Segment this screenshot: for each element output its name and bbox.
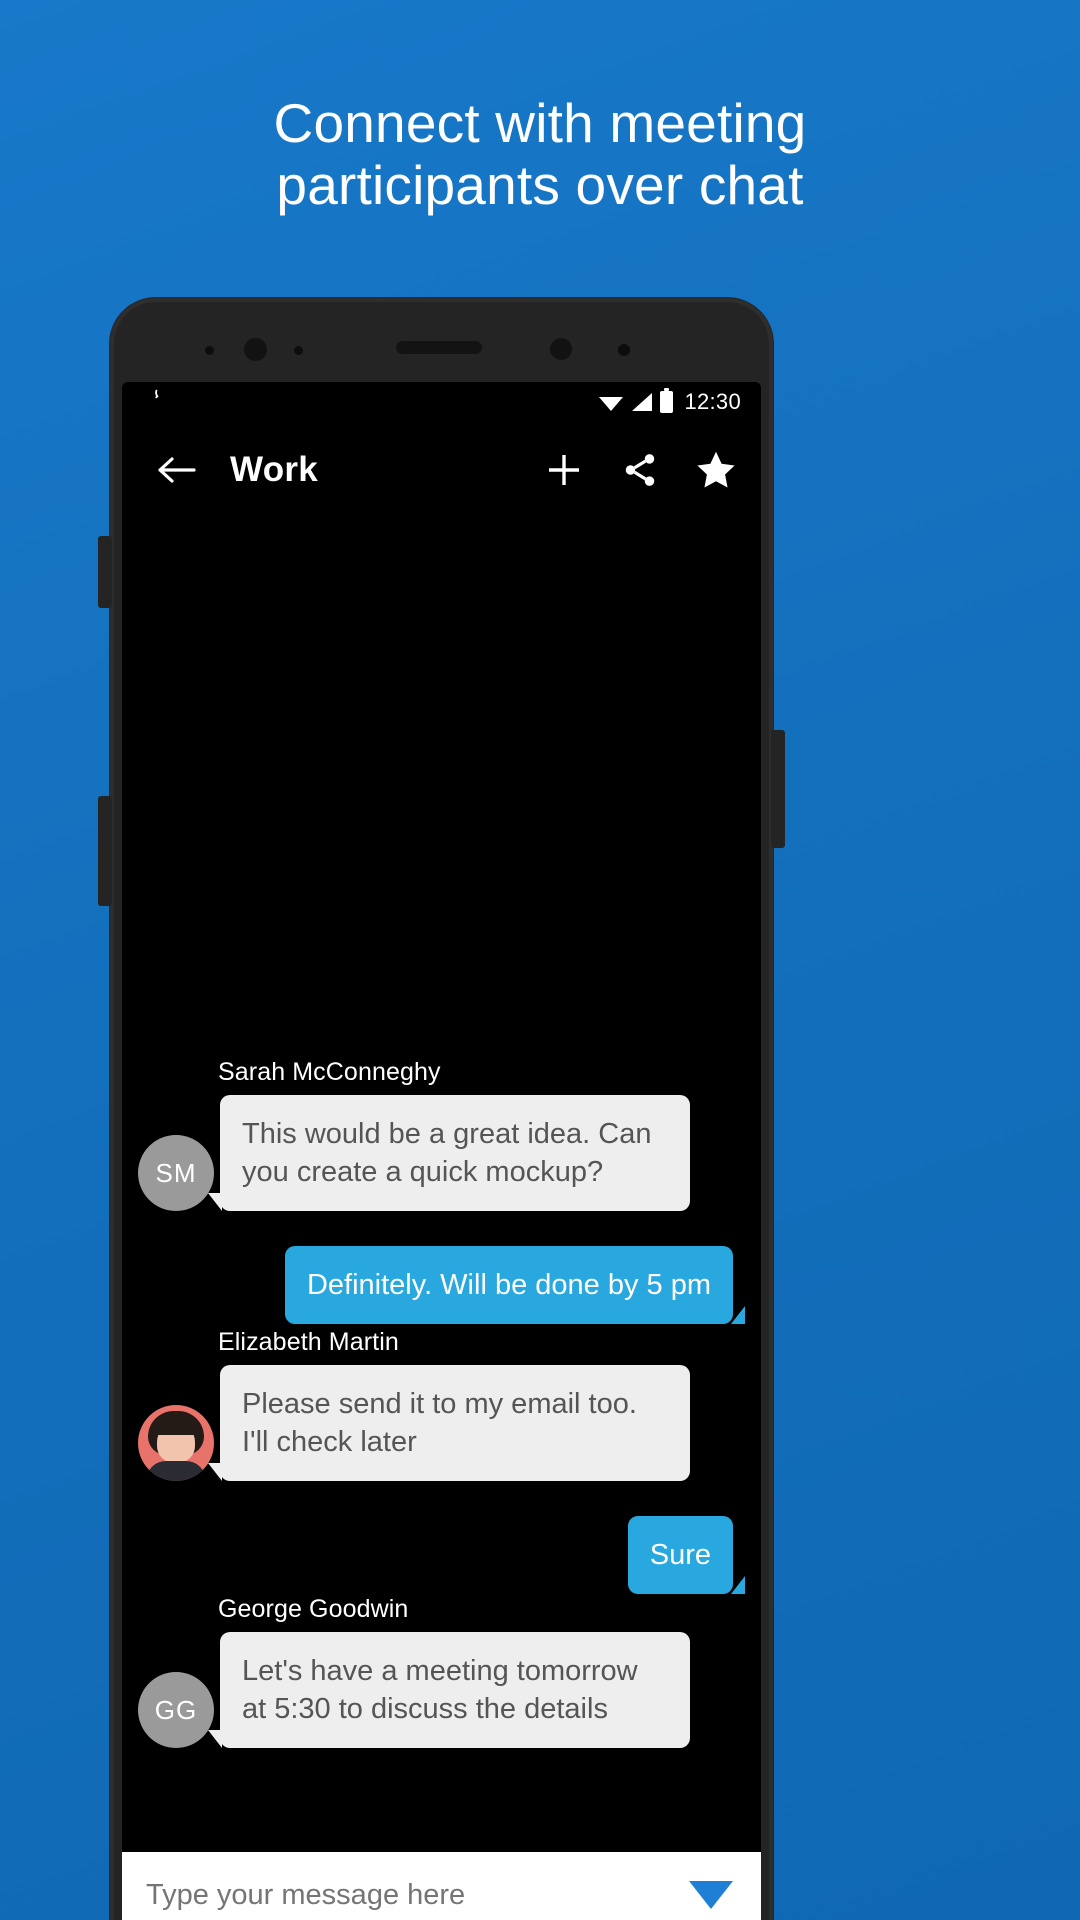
sensor-dot xyxy=(205,346,214,355)
phone-screen: 12:30 Work Sarah McConneghy SM This woul… xyxy=(122,382,761,1920)
app-bar-actions xyxy=(543,449,737,491)
headline-line-1: Connect with meeting xyxy=(273,92,807,154)
avatar-initials: GG xyxy=(154,1694,198,1725)
message-group: Definitely. Will be done by 5 pm xyxy=(122,1246,761,1324)
message-group: George Goodwin GG Let's have a meeting t… xyxy=(122,1595,761,1748)
message-input[interactable] xyxy=(146,1878,685,1912)
message-row: Please send it to my email too. I'll che… xyxy=(122,1365,761,1481)
phone-sensor-row xyxy=(110,338,773,362)
app-bar: Work xyxy=(122,422,761,518)
message-bubble[interactable]: Definitely. Will be done by 5 pm xyxy=(284,1246,746,1324)
status-bar-time: 12:30 xyxy=(684,389,741,414)
status-bar: 12:30 xyxy=(122,382,761,422)
message-bubble[interactable]: This would be a great idea. Can you crea… xyxy=(208,1095,690,1211)
phone-button-left-upper xyxy=(98,536,112,608)
message-row: GG Let's have a meeting tomorrow at 5:30… xyxy=(122,1632,761,1748)
message-row: Sure xyxy=(122,1516,761,1594)
message-row: SM This would be a great idea. Can you c… xyxy=(122,1095,761,1211)
message-group: Elizabeth Martin Please send it to my em… xyxy=(122,1328,761,1481)
front-camera-secondary xyxy=(550,338,572,360)
earpiece-speaker xyxy=(396,341,482,354)
avatar[interactable] xyxy=(138,1405,214,1481)
message-row: Definitely. Will be done by 5 pm xyxy=(122,1246,761,1324)
avatar[interactable]: SM xyxy=(138,1135,214,1211)
sensor-dot xyxy=(618,344,630,356)
sensor-dot xyxy=(294,346,303,355)
avatar-photo-body xyxy=(146,1461,206,1481)
message-sender: Sarah McConneghy xyxy=(218,1058,441,1086)
message-sender: George Goodwin xyxy=(218,1595,409,1623)
avatar-initials: SM xyxy=(155,1157,197,1188)
front-camera xyxy=(244,338,267,361)
chat-message-list[interactable]: Sarah McConneghy SM This would be a grea… xyxy=(122,518,761,1852)
plus-icon[interactable] xyxy=(543,449,585,491)
battery-icon xyxy=(660,388,674,413)
call-icon xyxy=(150,388,172,410)
promo-headline: Connect with meeting participants over c… xyxy=(0,92,1080,216)
headline-line-2: participants over chat xyxy=(276,154,804,216)
message-bubble[interactable]: Sure xyxy=(627,1516,746,1594)
phone-mockup: 12:30 Work Sarah McConneghy SM This woul… xyxy=(98,298,785,1920)
send-icon[interactable] xyxy=(685,1869,737,1920)
message-bubble[interactable]: Please send it to my email too. I'll che… xyxy=(208,1365,690,1481)
message-sender: Elizabeth Martin xyxy=(218,1328,399,1356)
message-bubble[interactable]: Let's have a meeting tomorrow at 5:30 to… xyxy=(208,1632,690,1748)
page-title: Work xyxy=(230,450,319,489)
avatar-photo-fringe xyxy=(154,1417,198,1435)
status-bar-icons: 12:30 xyxy=(598,382,741,422)
phone-button-right xyxy=(771,730,785,848)
share-icon[interactable] xyxy=(619,449,661,491)
signal-icon xyxy=(632,393,653,411)
star-icon[interactable] xyxy=(695,449,737,491)
message-group: Sure xyxy=(122,1516,761,1594)
back-arrow-icon[interactable] xyxy=(154,448,198,492)
wifi-icon xyxy=(599,397,624,411)
message-group: Sarah McConneghy SM This would be a grea… xyxy=(122,1058,761,1211)
avatar[interactable]: GG xyxy=(138,1672,214,1748)
message-composer xyxy=(122,1852,761,1920)
phone-button-left-lower xyxy=(98,796,112,906)
